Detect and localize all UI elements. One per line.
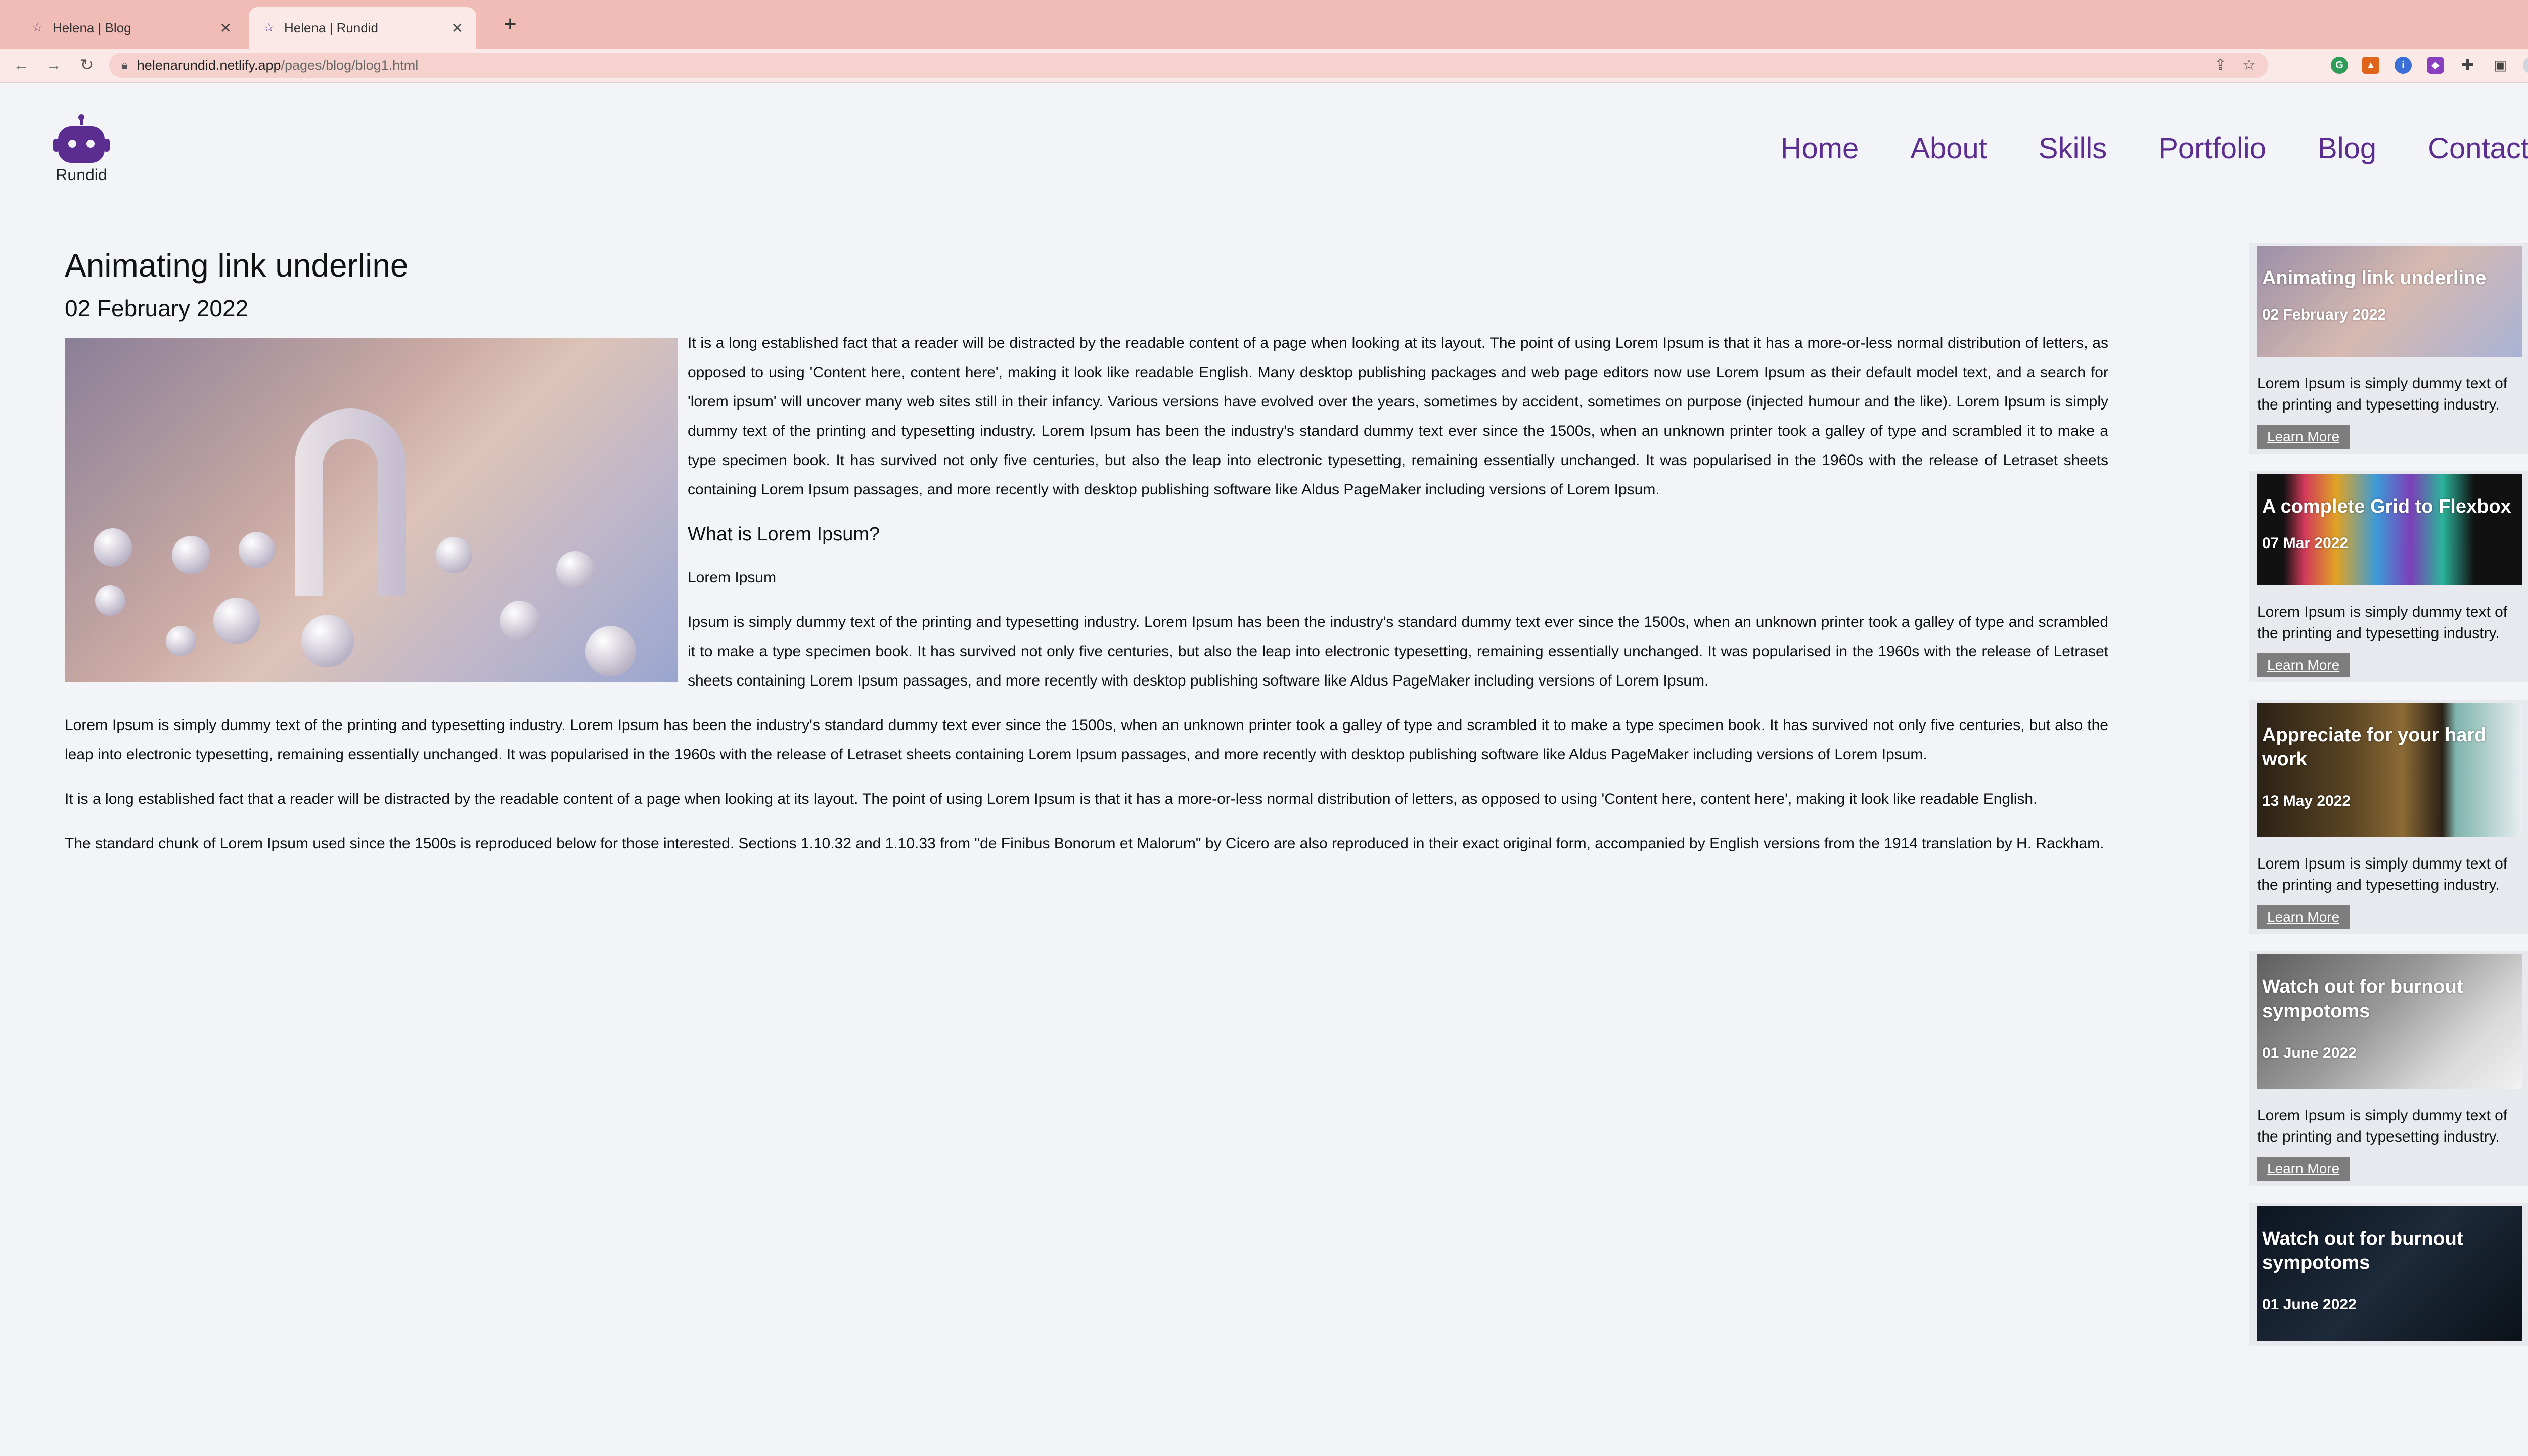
card-title: Appreciate for your hard work bbox=[2262, 724, 2487, 770]
robot-logo-icon bbox=[53, 114, 110, 163]
nav-home[interactable]: Home bbox=[1781, 131, 1859, 165]
blog-card: Watch out for burnout sympotoms 01 June … bbox=[2249, 1203, 2528, 1346]
share-icon[interactable]: ⇪ bbox=[2214, 53, 2227, 78]
site-logo[interactable]: Rundid bbox=[49, 114, 114, 185]
nav-skills[interactable]: Skills bbox=[2039, 131, 2107, 165]
extension-orange-icon[interactable]: ▲ bbox=[2362, 57, 2379, 74]
extension-blue-icon[interactable]: i bbox=[2395, 57, 2412, 74]
card-date: 01 June 2022 bbox=[2262, 1044, 2357, 1061]
extension-green-icon[interactable]: G bbox=[2331, 57, 2348, 74]
blog-sidebar: Animating link underline 02 February 202… bbox=[2249, 243, 2528, 1363]
article-hero-image bbox=[65, 338, 678, 682]
side-panel-icon[interactable]: ▣ bbox=[2492, 57, 2509, 74]
blog-article: Animating link underline 02 February 202… bbox=[65, 243, 2108, 874]
browser-tab-strip: ☆ Helena | Blog ✕ ☆ Helena | Rundid ✕ + … bbox=[0, 0, 2528, 49]
close-tab-icon[interactable]: ✕ bbox=[220, 20, 232, 36]
blog-card: A complete Grid to Flexbox 07 Mar 2022 L… bbox=[2249, 471, 2528, 682]
card-date: 01 June 2022 bbox=[2262, 1296, 2357, 1313]
logo-text: Rundid bbox=[56, 166, 107, 184]
learn-more-button[interactable]: Learn More bbox=[2257, 1157, 2350, 1181]
blog-card: Watch out for burnout sympotoms 01 June … bbox=[2249, 951, 2528, 1186]
card-text: Lorem Ipsum is simply dummy text of the … bbox=[2257, 1107, 2508, 1145]
card-date: 07 Mar 2022 bbox=[2262, 535, 2349, 552]
bookmark-star-icon[interactable]: ☆ bbox=[2242, 53, 2256, 78]
article-paragraph: The standard chunk of Lorem Ipsum used s… bbox=[65, 835, 2104, 852]
browser-tab-blog[interactable]: ☆ Helena | Blog ✕ bbox=[17, 7, 245, 49]
extensions-puzzle-icon[interactable]: ✚ bbox=[2459, 57, 2476, 74]
close-tab-icon[interactable]: ✕ bbox=[452, 20, 463, 36]
tab-title: Helena | Blog bbox=[53, 20, 131, 35]
article-paragraph: It is a long established fact that a rea… bbox=[65, 791, 2038, 807]
learn-more-button[interactable]: Learn More bbox=[2257, 653, 2350, 677]
lock-icon: 🔒︎ bbox=[121, 58, 128, 72]
url-path: /pages/blog/blog1.html bbox=[281, 57, 419, 73]
tab-title: Helena | Rundid bbox=[284, 20, 378, 35]
site-favicon-icon: ☆ bbox=[263, 21, 275, 34]
card-date: 02 February 2022 bbox=[2262, 306, 2386, 323]
card-image[interactable]: Appreciate for your hard work 13 May 202… bbox=[2257, 703, 2522, 837]
card-image[interactable]: A complete Grid to Flexbox 07 Mar 2022 bbox=[2257, 474, 2522, 585]
blog-card: Appreciate for your hard work 13 May 202… bbox=[2249, 700, 2528, 934]
card-title: A complete Grid to Flexbox bbox=[2262, 496, 2511, 517]
learn-more-button[interactable]: Learn More bbox=[2257, 425, 2350, 449]
address-bar[interactable]: 🔒︎ helenarundid.netlify.app/pages/blog/b… bbox=[109, 53, 2268, 78]
card-image[interactable]: Watch out for burnout sympotoms 01 June … bbox=[2257, 954, 2522, 1089]
forward-arrow-icon[interactable]: → bbox=[42, 54, 65, 76]
main-navigation: Home About Skills Portfolio Blog Contact bbox=[1781, 131, 2528, 165]
card-date: 13 May 2022 bbox=[2262, 793, 2351, 809]
article-date: 02 February 2022 bbox=[65, 295, 249, 322]
card-image[interactable]: Watch out for burnout sympotoms 01 June … bbox=[2257, 1206, 2522, 1341]
new-tab-plus-icon[interactable]: + bbox=[504, 12, 517, 36]
card-title: Watch out for burnout sympotoms bbox=[2262, 976, 2463, 1022]
learn-more-button[interactable]: Learn More bbox=[2257, 905, 2350, 929]
back-arrow-icon[interactable]: ← bbox=[10, 54, 32, 76]
browser-toolbar: ← → ↻ 🔒︎ helenarundid.netlify.app/pages/… bbox=[0, 49, 2528, 83]
nav-contact[interactable]: Contact bbox=[2428, 131, 2528, 165]
site-favicon-icon: ☆ bbox=[32, 21, 43, 34]
card-text: Lorem Ipsum is simply dummy text of the … bbox=[2257, 855, 2508, 893]
card-image[interactable]: Animating link underline 02 February 202… bbox=[2257, 246, 2522, 357]
article-title: Animating link underline bbox=[65, 247, 409, 284]
card-text: Lorem Ipsum is simply dummy text of the … bbox=[2257, 604, 2508, 642]
card-title: Watch out for burnout sympotoms bbox=[2262, 1228, 2463, 1273]
url-host: helenarundid.netlify.app bbox=[137, 57, 281, 73]
card-text: Lorem Ipsum is simply dummy text of the … bbox=[2257, 375, 2508, 413]
reload-icon[interactable]: ↻ bbox=[76, 54, 98, 76]
nav-blog[interactable]: Blog bbox=[2318, 131, 2376, 165]
article-paragraph: Lorem Ipsum is simply dummy text of the … bbox=[65, 717, 2108, 763]
browser-tab-rundid[interactable]: ☆ Helena | Rundid ✕ bbox=[249, 7, 476, 49]
card-title: Animating link underline bbox=[2262, 267, 2487, 289]
nav-about[interactable]: About bbox=[1910, 131, 1987, 165]
nav-portfolio[interactable]: Portfolio bbox=[2158, 131, 2266, 165]
extension-purple-icon[interactable]: ◆ bbox=[2427, 57, 2444, 74]
blog-card: Animating link underline 02 February 202… bbox=[2249, 243, 2528, 454]
